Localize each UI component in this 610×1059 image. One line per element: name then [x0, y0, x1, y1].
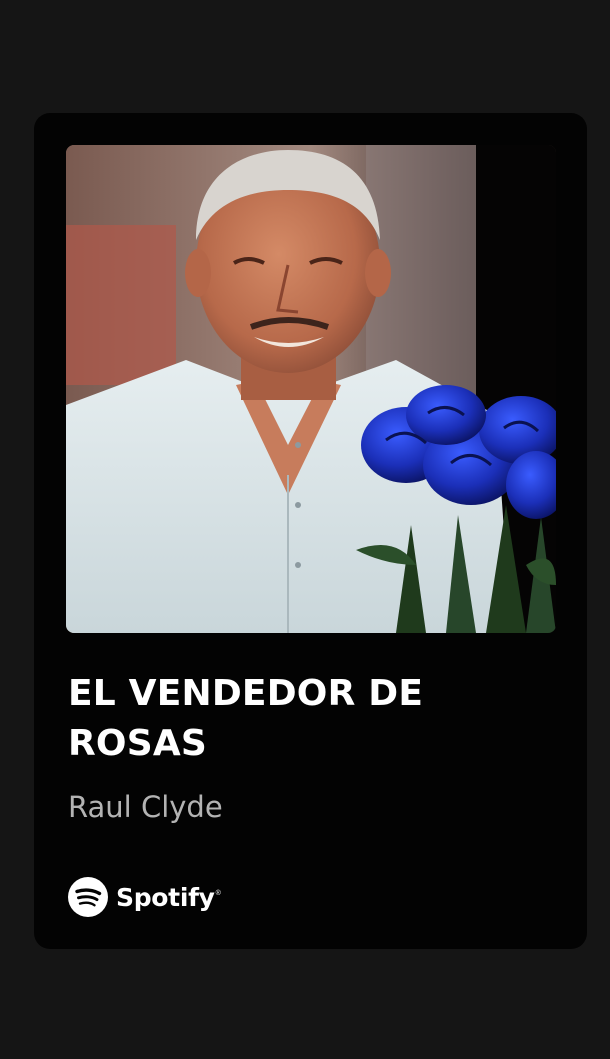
spotify-wordmark: Spotify — [116, 882, 215, 912]
track-title: EL VENDEDOR DE ROSAS — [68, 673, 424, 764]
artist-name: Raul Clyde — [68, 790, 223, 824]
album-cover-image — [66, 145, 556, 633]
spotify-brand[interactable]: Spotify ® — [68, 876, 221, 918]
registered-mark: ® — [215, 890, 221, 897]
spotify-logo-icon — [68, 877, 108, 917]
share-card[interactable]: EL VENDEDOR DE ROSAS Raul Clyde Spotify … — [34, 113, 587, 949]
